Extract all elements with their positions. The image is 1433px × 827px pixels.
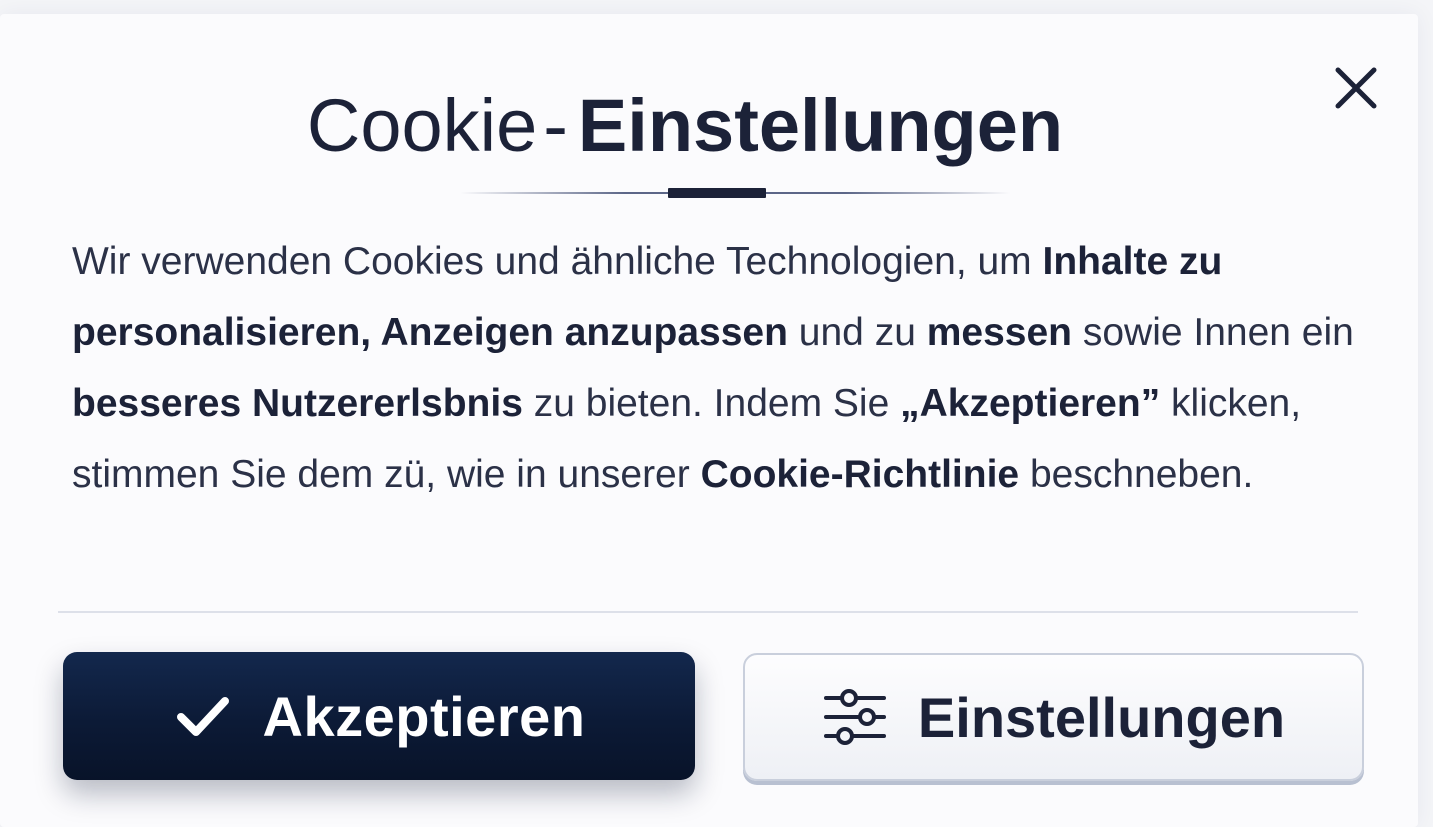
divider [58, 611, 1358, 613]
settings-button[interactable]: Einstellungen [743, 653, 1364, 781]
desc-text-4: zu bieten. Indem Sie [522, 382, 901, 425]
desc-bold-3: besseres Nutzererlsbnis [72, 382, 523, 425]
desc-bold-2: messen [926, 311, 1072, 354]
cookie-description: Wir verwenden Cookies und ähnliche Techn… [72, 226, 1372, 510]
title-separator: - [543, 84, 568, 167]
desc-text-3: sowie Innen ein [1072, 311, 1354, 354]
accept-button-label: Akzeptieren [262, 684, 586, 748]
desc-text-2: und zu [787, 311, 927, 354]
title-underline-accent [668, 188, 766, 198]
check-icon [176, 697, 229, 736]
dialog-title: Cookie- Einstellungen [0, 80, 1370, 172]
desc-text-1: Wir verwenden Cookies und ähnliche Techn… [72, 240, 1043, 283]
desc-text-6: beschneben. [1019, 453, 1254, 496]
cookie-policy-link[interactable]: Cookie-Richtlinie [701, 453, 1020, 496]
desc-bold-4: „Akzeptieren” [900, 382, 1161, 425]
cookie-dialog: Cookie- Einstellungen Wir verwenden Cooki… [0, 14, 1418, 827]
title-bold: Einstellungen [577, 84, 1064, 167]
title-light: Cookie [306, 84, 538, 167]
settings-button-label: Einstellungen [917, 685, 1286, 749]
sliders-icon [823, 689, 886, 745]
accept-button[interactable]: Akzeptieren [63, 652, 695, 780]
